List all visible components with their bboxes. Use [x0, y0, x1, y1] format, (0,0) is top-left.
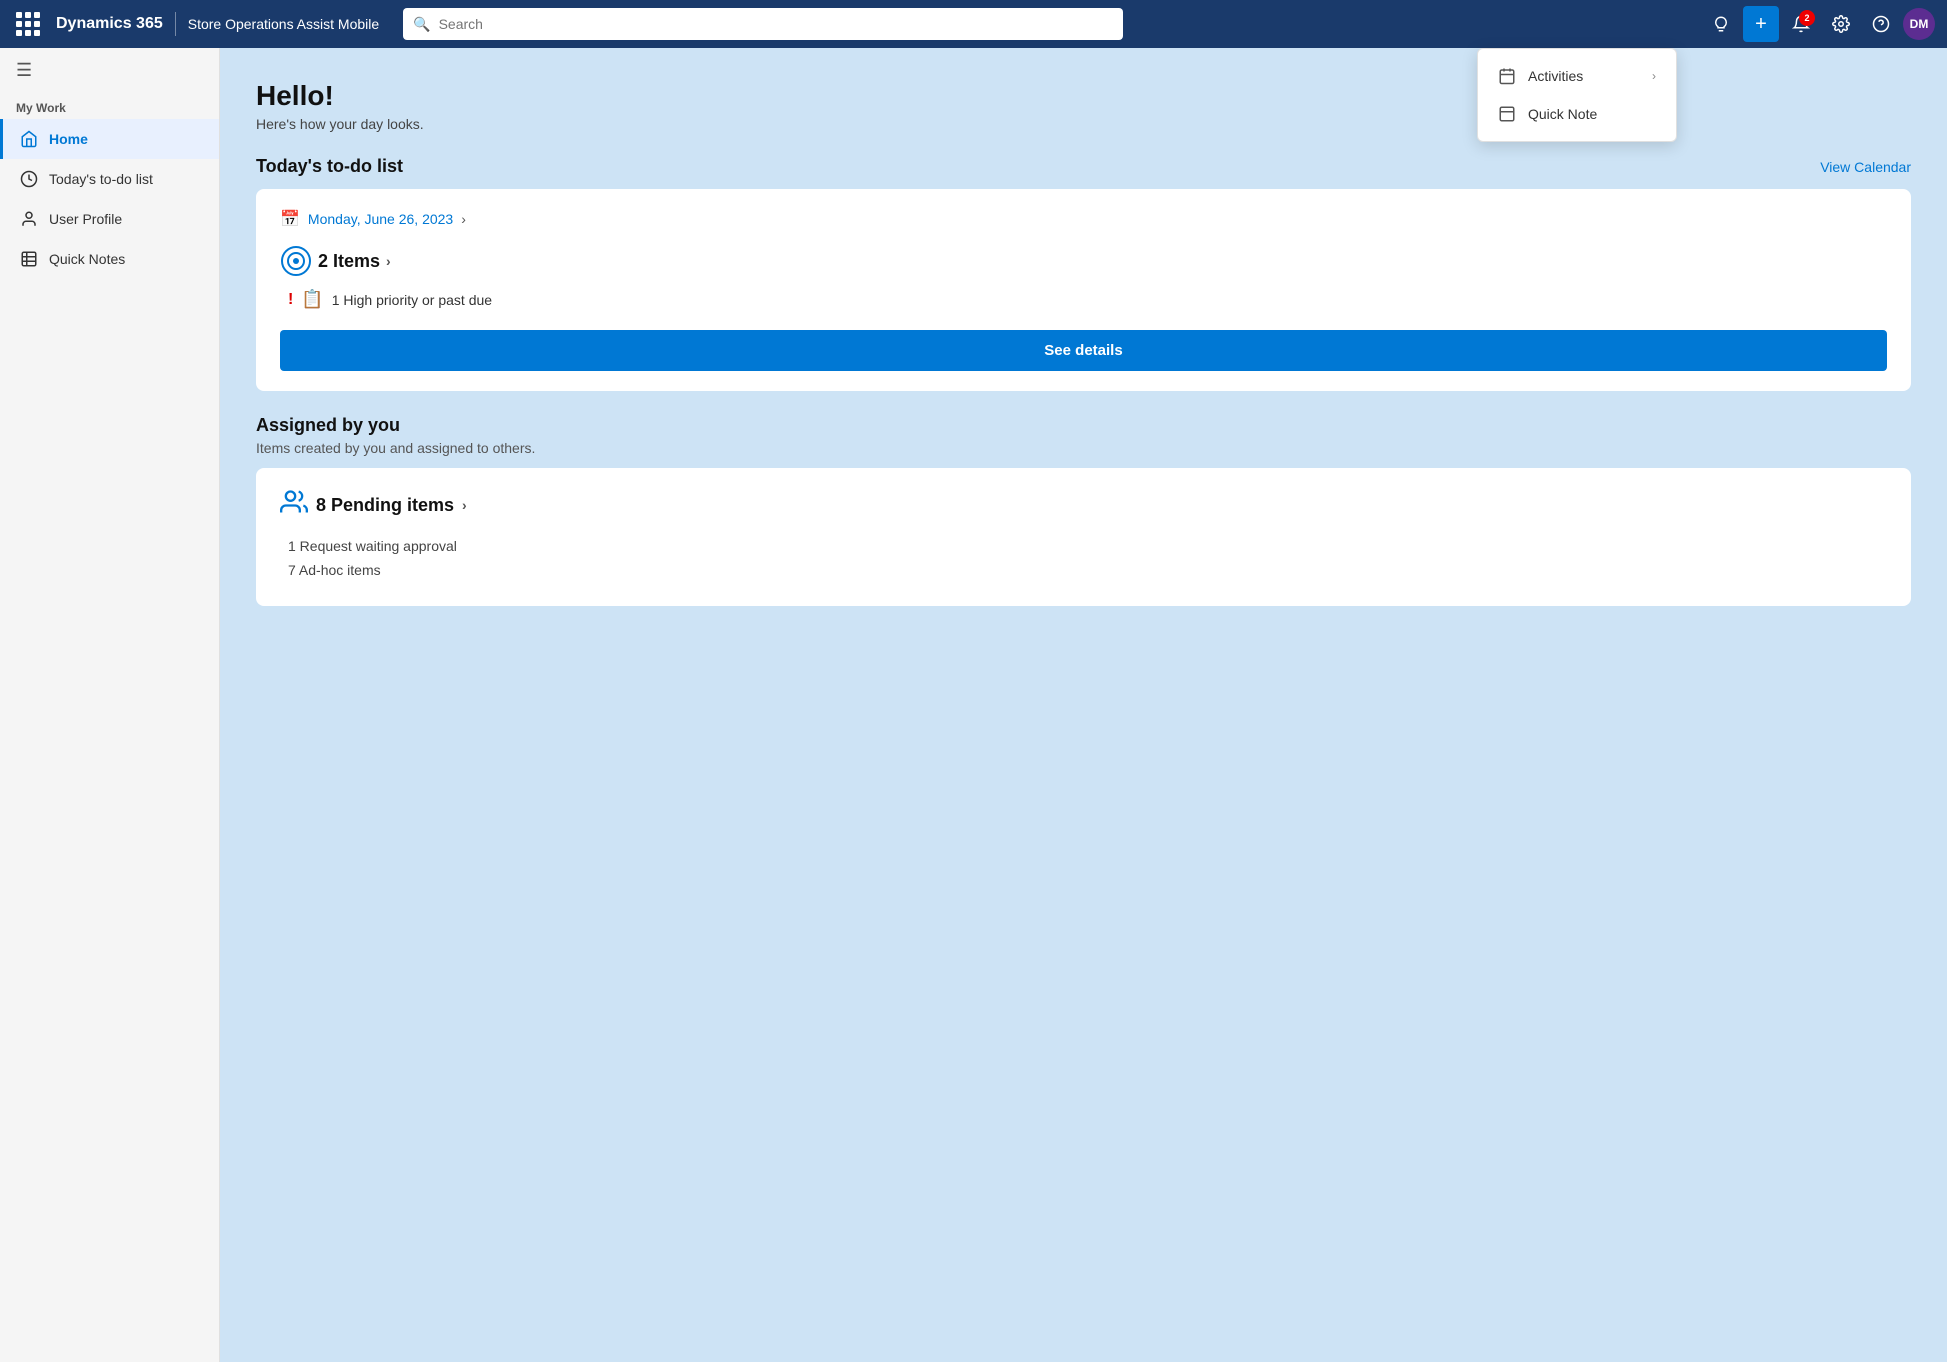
help-button[interactable] — [1863, 6, 1899, 42]
search-input[interactable] — [439, 16, 1114, 32]
settings-button[interactable] — [1823, 6, 1859, 42]
quick-note-label: Quick Note — [1528, 106, 1597, 122]
quick-notes-icon — [19, 249, 39, 269]
search-icon: 🔍 — [413, 16, 430, 33]
date-text: Monday, June 26, 2023 — [308, 211, 453, 227]
assigned-users-icon — [280, 488, 308, 522]
topnav: Dynamics 365 Store Operations Assist Mob… — [0, 0, 1947, 48]
pending-detail-2: 7 Ad-hoc items — [280, 562, 1887, 578]
see-details-button[interactable]: See details — [280, 330, 1887, 371]
dropdown-quick-note[interactable]: Quick Note — [1478, 95, 1676, 133]
items-count-text: 2 Items — [318, 251, 380, 272]
sidebar-item-todo[interactable]: Today's to-do list — [0, 159, 219, 199]
dropdown-activities[interactable]: Activities › — [1478, 57, 1676, 95]
pending-detail-1: 1 Request waiting approval — [280, 538, 1887, 554]
sidebar: ☰ My Work Home Today's to-do list User P… — [0, 48, 220, 1362]
sidebar-item-todo-label: Today's to-do list — [49, 171, 153, 187]
hamburger-menu[interactable]: ☰ — [0, 48, 219, 93]
search-container: 🔍 — [403, 8, 1123, 40]
activities-icon — [1498, 67, 1516, 85]
priority-text: 1 High priority or past due — [332, 292, 492, 308]
today-section-header: Today's to-do list View Calendar — [256, 156, 1911, 177]
sidebar-item-quick-notes[interactable]: Quick Notes — [0, 239, 219, 279]
today-card: 📅 Monday, June 26, 2023 › 2 Items › ! 📋 … — [256, 189, 1911, 391]
today-section-title: Today's to-do list — [256, 156, 403, 177]
priority-row: ! 📋 1 High priority or past due — [280, 289, 1887, 310]
assigned-title: Assigned by you — [256, 415, 1911, 436]
main-content: Hello! Here's how your day looks. Today'… — [220, 48, 1947, 1362]
notifications-button[interactable]: 2 — [1783, 6, 1819, 42]
app-name-label: Store Operations Assist Mobile — [188, 16, 379, 32]
activities-dropdown: Activities › Quick Note — [1477, 48, 1677, 142]
sidebar-item-home[interactable]: Home — [0, 119, 219, 159]
waffle-menu[interactable] — [12, 8, 44, 40]
assigned-subtitle: Items created by you and assigned to oth… — [256, 440, 1911, 456]
quick-note-icon — [1498, 105, 1516, 123]
sidebar-item-user-profile-label: User Profile — [49, 211, 122, 227]
assigned-card: 8 Pending items › 1 Request waiting appr… — [256, 468, 1911, 606]
home-icon — [19, 129, 39, 149]
nav-divider — [175, 12, 176, 36]
calendar-icon: 📅 — [280, 209, 300, 229]
body-layout: ☰ My Work Home Today's to-do list User P… — [0, 48, 1947, 1362]
items-chevron-icon[interactable]: › — [386, 253, 391, 269]
items-count-row: 2 Items › — [280, 245, 1887, 277]
pending-chevron-icon[interactable]: › — [462, 497, 467, 513]
sidebar-item-quick-notes-label: Quick Notes — [49, 251, 125, 267]
exclamation-icon: ! — [288, 291, 293, 309]
sidebar-section-label: My Work — [0, 93, 219, 119]
activities-chevron-icon: › — [1652, 69, 1656, 83]
sidebar-item-home-label: Home — [49, 131, 88, 147]
view-calendar-link[interactable]: View Calendar — [1820, 159, 1911, 175]
activities-label: Activities — [1528, 68, 1583, 84]
avatar[interactable]: DM — [1903, 8, 1935, 40]
plus-label: + — [1755, 13, 1767, 36]
user-profile-icon — [19, 209, 39, 229]
topnav-actions: + 2 DM — [1703, 6, 1935, 42]
notification-badge: 2 — [1799, 10, 1815, 26]
lightbulb-button[interactable] — [1703, 6, 1739, 42]
brand-label: Dynamics 365 — [56, 15, 163, 33]
todo-icon — [19, 169, 39, 189]
pending-count-text: 8 Pending items — [316, 495, 454, 516]
add-button[interactable]: + — [1743, 6, 1779, 42]
date-chevron-icon[interactable]: › — [461, 211, 466, 227]
target-icon — [280, 245, 312, 277]
task-red-icon: 📋 — [301, 289, 323, 310]
pending-row: 8 Pending items › — [280, 488, 1887, 522]
date-row: 📅 Monday, June 26, 2023 › — [280, 209, 1887, 229]
sidebar-item-user-profile[interactable]: User Profile — [0, 199, 219, 239]
